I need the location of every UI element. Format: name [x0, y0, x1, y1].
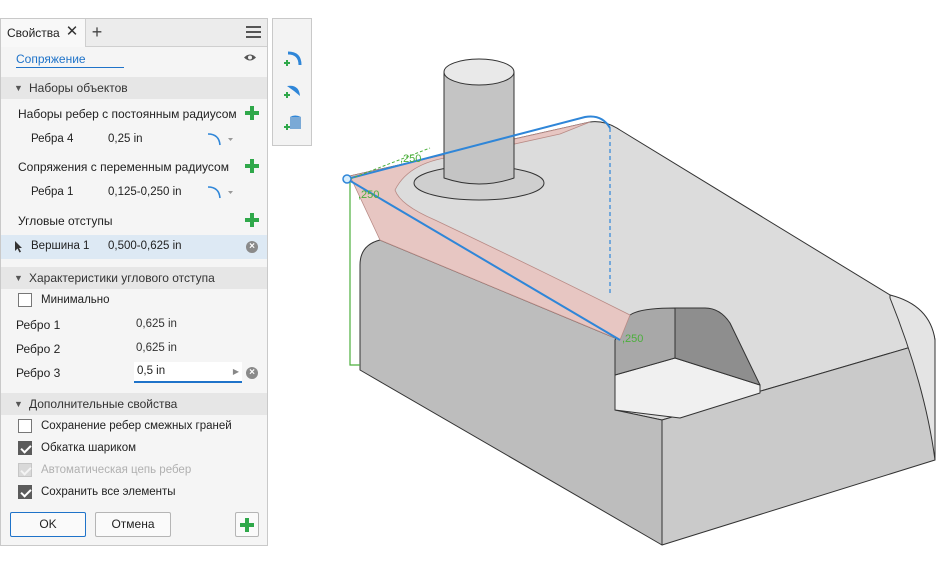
var-radius-edge-label: Ребра 1	[31, 186, 74, 198]
eye-icon[interactable]	[243, 53, 257, 62]
edge3-label: Ребро 3	[16, 366, 61, 380]
var-radius-row: Сопряжения с переменным радиусом	[1, 155, 267, 179]
edge-fillet-tool-icon[interactable]	[282, 49, 304, 71]
add-const-radius-icon[interactable]	[245, 106, 259, 120]
feature-name-field[interactable]: Сопряжение	[16, 52, 124, 68]
face-fillet-tool-icon[interactable]	[282, 81, 304, 103]
edge3-input[interactable]	[137, 365, 223, 377]
close-icon[interactable]: ✕	[65, 24, 79, 39]
part-model	[349, 58, 936, 546]
auto-chain-label: Автоматическая цепь ребер	[41, 464, 192, 476]
full-round-fillet-tool-icon[interactable]	[282, 113, 304, 135]
minimal-label: Минимально	[41, 294, 110, 306]
rolling-ball-label: Обкатка шариком	[41, 442, 137, 454]
clear-icon[interactable]: ×	[246, 241, 258, 253]
edge2-label: Ребро 2	[16, 342, 61, 356]
keep-all-label: Сохранить все элементы	[41, 486, 176, 498]
preserve-edges-row[interactable]: Сохранение ребер смежных граней	[1, 415, 267, 439]
const-radius-row: Наборы ребер с постоянным радиусом	[1, 102, 267, 126]
model-viewport[interactable]: ,250 ,250 ,250	[320, 40, 946, 550]
cancel-button[interactable]: Отмена	[95, 512, 171, 537]
keep-all-row[interactable]: Сохранить все элементы	[1, 481, 267, 505]
setbacks-title: Угловые отступы	[18, 214, 113, 228]
var-radius-title: Сопряжения с переменным радиусом	[18, 160, 229, 174]
edge1-label: Ребро 1	[16, 318, 61, 332]
dimension-label[interactable]: ,250	[400, 153, 421, 165]
var-radius-edge-row[interactable]: Ребра 1 0,125-0,250 in	[1, 181, 267, 205]
const-radius-edge-row[interactable]: Ребра 4 0,25 in	[1, 128, 267, 152]
const-radius-title: Наборы ребер с постоянным радиусом	[18, 107, 237, 121]
section-advanced[interactable]: ▼ Дополнительные свойства	[1, 393, 267, 415]
minimal-row[interactable]: Минимально	[1, 289, 267, 313]
setbacks-row: Угловые отступы	[1, 209, 267, 233]
section-object-sets[interactable]: ▼ Наборы объектов	[1, 77, 267, 99]
radius-profile-icon[interactable]	[206, 131, 234, 147]
dimension-label[interactable]: ,250	[622, 333, 643, 345]
preserve-edges-label: Сохранение ребер смежных граней	[41, 420, 232, 432]
vertex-label: Вершина 1	[31, 240, 90, 252]
edge3-row: Ребро 3 ▶ ×	[1, 361, 267, 385]
hamburger-menu-icon[interactable]	[246, 26, 261, 38]
collapse-arrow-icon: ▼	[14, 273, 23, 283]
add-setback-icon[interactable]	[245, 213, 259, 227]
edge2-value[interactable]: 0,625 in	[136, 342, 177, 354]
vertex-value[interactable]: 0,500-0,625 in	[108, 240, 182, 252]
plus-icon	[240, 518, 254, 532]
edge3-input-box[interactable]: ▶	[134, 362, 242, 383]
keep-all-checkbox[interactable]	[18, 485, 32, 499]
collapse-arrow-icon: ▼	[14, 399, 23, 409]
edge1-row: Ребро 1 0,625 in	[1, 313, 267, 337]
const-radius-edge-label: Ребра 4	[31, 133, 74, 145]
var-radius-edge-value[interactable]: 0,125-0,250 in	[108, 186, 182, 198]
ok-button[interactable]: OK	[10, 512, 86, 537]
rolling-ball-checkbox[interactable]	[18, 441, 32, 455]
select-cursor-icon	[15, 241, 22, 253]
feature-name-row: Сопряжение	[1, 47, 267, 71]
section-object-sets-label: Наборы объектов	[29, 81, 128, 95]
vertex-row[interactable]: Вершина 1 0,500-0,625 in ×	[1, 235, 267, 259]
clear-icon[interactable]: ×	[246, 367, 258, 379]
rolling-ball-row[interactable]: Обкатка шариком	[1, 437, 267, 461]
tab-properties-label: Свойства	[7, 26, 60, 40]
section-corner-setback-label: Характеристики углового отступа	[29, 271, 215, 285]
edge1-value[interactable]: 0,625 in	[136, 318, 177, 330]
minimal-checkbox[interactable]	[18, 293, 32, 307]
add-var-radius-icon[interactable]	[245, 159, 259, 173]
section-corner-setback[interactable]: ▼ Характеристики углового отступа	[1, 267, 267, 289]
auto-chain-row: Автоматическая цепь ребер	[1, 459, 267, 483]
fillet-mode-toolbar	[272, 18, 312, 146]
edge2-row: Ребро 2 0,625 in	[1, 337, 267, 361]
properties-panel: Свойства ✕ + Сопряжение ▼ Наборы объекто…	[0, 18, 268, 546]
add-tab-icon[interactable]: +	[89, 23, 105, 41]
const-radius-edge-value[interactable]: 0,25 in	[108, 133, 143, 145]
dimension-label[interactable]: ,250	[358, 189, 379, 201]
input-arrow-icon[interactable]: ▶	[233, 367, 239, 376]
panel-tabbar: Свойства ✕ +	[1, 19, 267, 47]
section-advanced-label: Дополнительные свойства	[29, 397, 178, 411]
auto-chain-checkbox	[18, 463, 32, 477]
collapse-arrow-icon: ▼	[14, 83, 23, 93]
preserve-edges-checkbox[interactable]	[18, 419, 32, 433]
radius-profile-icon[interactable]	[206, 184, 234, 200]
apply-add-button[interactable]	[235, 512, 259, 537]
